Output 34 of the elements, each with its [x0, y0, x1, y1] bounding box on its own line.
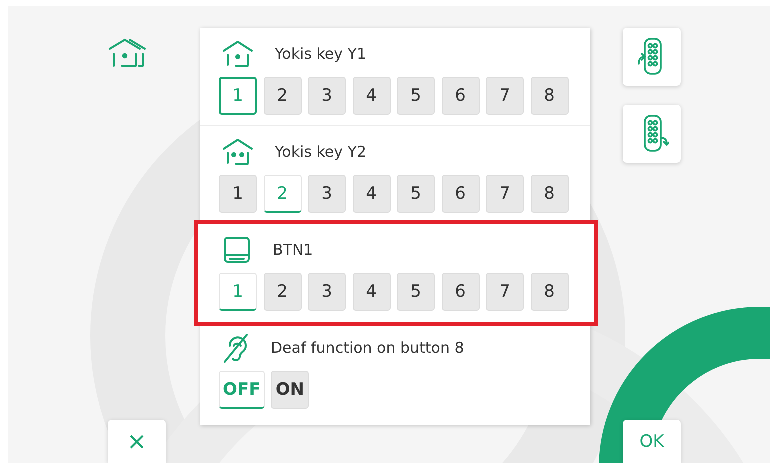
- number-option[interactable]: 7: [486, 175, 524, 213]
- number-option[interactable]: 8: [530, 175, 568, 213]
- number-option[interactable]: 6: [442, 77, 480, 115]
- crossed-ear-icon: [222, 332, 250, 364]
- close-icon: [129, 434, 145, 450]
- number-option[interactable]: 6: [442, 175, 480, 213]
- number-option[interactable]: 4: [352, 175, 390, 213]
- row-title: Yokis key Y1: [275, 45, 367, 63]
- house-icon: [222, 137, 254, 167]
- number-option[interactable]: 5: [397, 175, 435, 213]
- row-title: BTN1: [273, 241, 314, 259]
- number-option[interactable]: 6: [442, 273, 480, 311]
- number-option[interactable]: 4: [352, 273, 390, 311]
- number-option[interactable]: 2: [264, 77, 302, 115]
- toggle-option[interactable]: ON: [271, 371, 310, 409]
- number-option[interactable]: 3: [308, 77, 346, 115]
- number-option[interactable]: 4: [352, 77, 390, 115]
- number-option[interactable]: 3: [308, 175, 346, 213]
- number-option[interactable]: 8: [530, 273, 568, 311]
- remote-receive-button[interactable]: [623, 28, 681, 86]
- row-title: Deaf function on button 8: [271, 339, 464, 357]
- number-option[interactable]: 1: [219, 175, 257, 213]
- number-option[interactable]: 2: [264, 273, 302, 311]
- number-option[interactable]: 7: [486, 77, 524, 115]
- number-option[interactable]: 5: [397, 77, 435, 115]
- number-option[interactable]: 7: [486, 273, 524, 311]
- number-option[interactable]: 5: [397, 273, 435, 311]
- row-title: Yokis key Y2: [275, 143, 367, 161]
- push-button-icon: [222, 235, 252, 265]
- close-button[interactable]: [108, 420, 166, 463]
- remote-send-button[interactable]: [623, 105, 681, 163]
- number-option[interactable]: 3: [308, 273, 346, 311]
- house-icon: [222, 39, 254, 69]
- number-option[interactable]: 8: [530, 77, 568, 115]
